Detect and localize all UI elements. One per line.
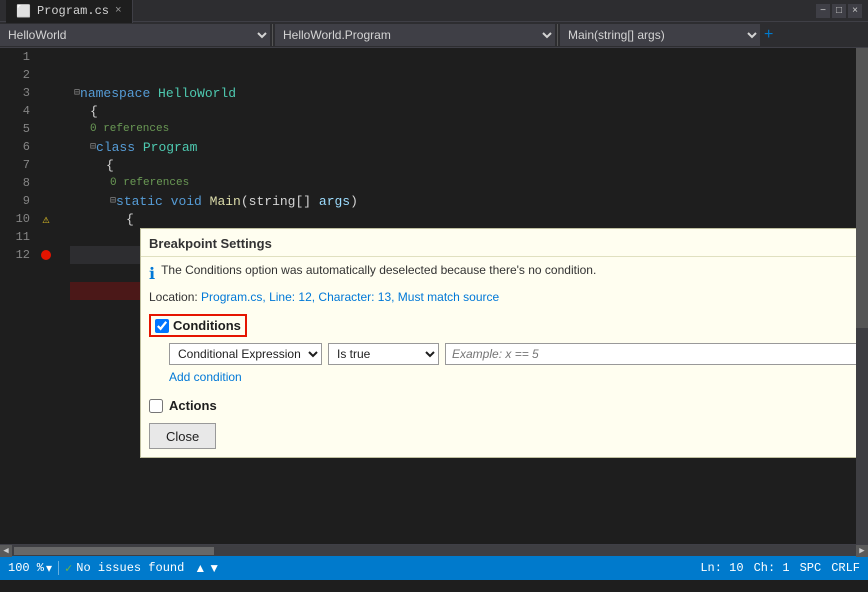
- window-close-button[interactable]: ×: [848, 4, 862, 18]
- status-text: No issues found: [76, 561, 184, 575]
- bp-close-row: Close: [141, 419, 856, 457]
- conditions-label: Conditions: [173, 318, 241, 333]
- tab-program-cs[interactable]: ⬜ Program.cs ×: [6, 0, 133, 23]
- line-5: 5: [0, 120, 70, 138]
- ln-indicator: Ln: 10: [700, 561, 743, 575]
- scroll-right-arrow[interactable]: ▶: [856, 545, 868, 557]
- actions-checkbox[interactable]: [149, 399, 163, 413]
- ch-indicator: Ch: 1: [754, 561, 790, 575]
- status-divider-1: [58, 561, 59, 575]
- method-select[interactable]: Main(string[] args): [560, 24, 760, 46]
- nav-down-button[interactable]: ▼: [208, 561, 220, 575]
- condition-type-select[interactable]: Conditional Expression Hit Count Filter: [169, 343, 322, 365]
- line-1: 1: [0, 48, 70, 66]
- toolbar: HelloWorld HelloWorld.Program Main(strin…: [0, 22, 868, 48]
- title-bar: ⬜ Program.cs × − □ ×: [0, 0, 868, 22]
- code-line-2: [70, 66, 856, 84]
- bp-info-text: The Conditions option was automatically …: [161, 263, 596, 277]
- code-line-5: 0 references: [70, 120, 856, 138]
- toolbar-divider-1: [272, 24, 273, 46]
- bp-location-value[interactable]: Program.cs, Line: 12, Character: 13, Mus…: [201, 290, 499, 304]
- bp-actions-row: Actions: [141, 392, 856, 419]
- line-4: 4: [0, 102, 70, 120]
- status-ok: ✓ No issues found: [65, 561, 184, 576]
- zoom-dropdown-button[interactable]: ▾: [46, 561, 52, 575]
- breakpoint-indicator[interactable]: [41, 250, 51, 260]
- code-line-5b: ⊟ class Program: [70, 138, 856, 156]
- bp-panel-title: Breakpoint Settings: [149, 236, 272, 251]
- line-7: 7: [0, 156, 70, 174]
- bp-location-label: Location:: [149, 290, 198, 304]
- bp-close-button[interactable]: Close: [149, 423, 216, 449]
- bp-info-row: ℹ The Conditions option was automaticall…: [141, 257, 856, 288]
- line-9: 9: [0, 192, 70, 210]
- crlf-indicator: CRLF: [831, 561, 860, 575]
- zoom-level: 100 %: [8, 561, 44, 575]
- bp-location: Location: Program.cs, Line: 12, Characte…: [141, 288, 856, 310]
- scroll-left-arrow[interactable]: ◀: [0, 545, 12, 557]
- file-icon: ⬜: [16, 4, 31, 19]
- window-max-button[interactable]: □: [832, 4, 846, 18]
- line-8: 8: [0, 174, 70, 192]
- zoom-control: 100 % ▾: [8, 561, 52, 575]
- bp-conditions-section: Conditions Conditional Expression Hit Co…: [141, 310, 856, 388]
- bp-panel-header: Breakpoint Settings ✕: [141, 229, 856, 257]
- window-controls: − □ ×: [816, 4, 862, 18]
- right-scrollbar[interactable]: [856, 48, 868, 544]
- status-bar-right: Ln: 10 Ch: 1 SPC CRLF: [700, 561, 860, 575]
- namespace-select[interactable]: HelloWorld: [0, 24, 270, 46]
- actions-label: Actions: [169, 398, 217, 413]
- breakpoint-settings-panel: Breakpoint Settings ✕ ℹ The Conditions o…: [140, 228, 856, 458]
- line-10: 10 ⚠: [0, 210, 70, 228]
- status-bar: 100 % ▾ ✓ No issues found ▲ ▼ Ln: 10 Ch:…: [0, 556, 868, 580]
- line-12: 12: [0, 246, 70, 264]
- bp-condition-row: Conditional Expression Hit Count Filter …: [169, 343, 856, 365]
- tab-label: Program.cs: [37, 4, 109, 18]
- code-line-6: {: [70, 156, 856, 174]
- bottom-scroll-track[interactable]: [14, 547, 854, 555]
- code-line-7: ⊟ static void Main(string[] args): [70, 192, 856, 210]
- bottom-scroll-thumb[interactable]: [14, 547, 214, 555]
- add-button[interactable]: +: [760, 26, 777, 44]
- add-condition-link[interactable]: Add condition: [169, 370, 242, 384]
- toolbar-divider-2: [557, 24, 558, 46]
- code-line-3: ⊟ namespace HelloWorld: [70, 84, 856, 102]
- code-line-8: {: [70, 210, 856, 228]
- warning-indicator: ⚠: [42, 212, 49, 227]
- nav-buttons: ▲ ▼: [194, 561, 220, 575]
- class-select[interactable]: HelloWorld.Program: [275, 24, 555, 46]
- code-line-4: {: [70, 102, 856, 120]
- line-11: 11: [0, 228, 70, 246]
- conditions-checkbox[interactable]: [155, 319, 169, 333]
- editor-container: 1 2 3 4 5 6 7 8: [0, 48, 868, 544]
- code-line-7-ref: 0 references: [70, 174, 856, 192]
- line-3: 3: [0, 84, 70, 102]
- condition-when-select[interactable]: Is true When changed: [328, 343, 439, 365]
- status-bar-left: 100 % ▾ ✓ No issues found ▲ ▼: [8, 561, 692, 576]
- status-ok-icon: ✓: [65, 561, 72, 576]
- tab-area: ⬜ Program.cs ×: [6, 0, 133, 23]
- line-6: 6: [0, 138, 70, 156]
- window-min-button[interactable]: −: [816, 4, 830, 18]
- bottom-scrollbar[interactable]: ◀ ▶: [0, 544, 868, 556]
- condition-expression-input[interactable]: [445, 343, 856, 365]
- line-gutter: 1 2 3 4 5 6 7 8: [0, 48, 70, 544]
- tab-close-icon[interactable]: ×: [115, 5, 122, 17]
- scroll-thumb[interactable]: [856, 48, 868, 328]
- nav-up-button[interactable]: ▲: [194, 561, 206, 575]
- code-area[interactable]: ⊟ namespace HelloWorld { 0 references ⊟ …: [70, 48, 856, 544]
- info-icon: ℹ: [149, 264, 155, 284]
- conditions-checkbox-row: Conditions: [149, 314, 247, 337]
- code-line-1: [70, 48, 856, 66]
- spc-indicator: SPC: [800, 561, 822, 575]
- line-2: 2: [0, 66, 70, 84]
